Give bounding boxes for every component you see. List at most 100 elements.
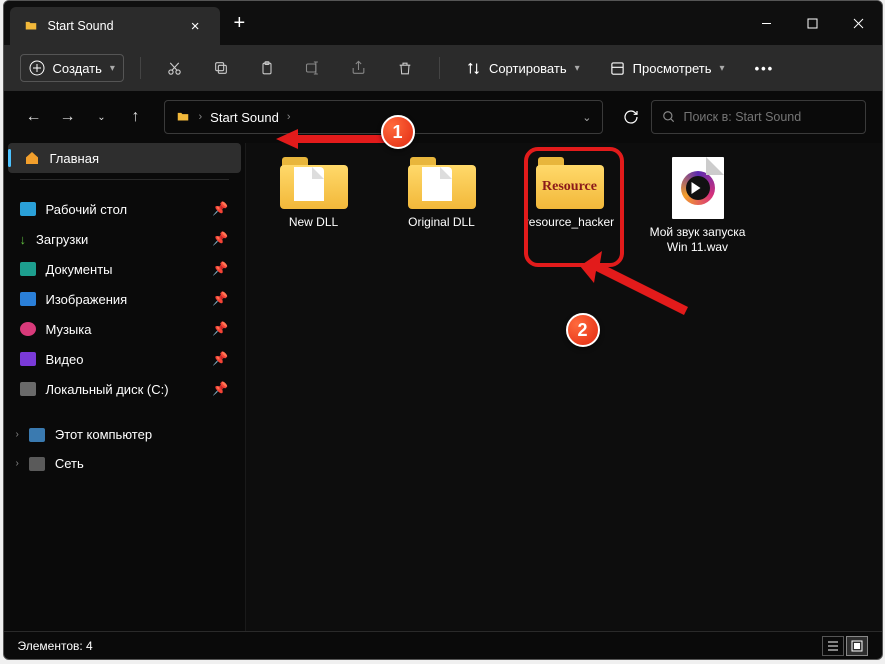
sidebar-label: Главная bbox=[50, 151, 99, 166]
sidebar-item-desktop[interactable]: Рабочий стол📌 bbox=[4, 194, 245, 224]
close-button[interactable] bbox=[836, 7, 882, 39]
file-item-wav[interactable]: Мой звук запуска Win 11.wav bbox=[638, 153, 758, 255]
icons-view-button[interactable] bbox=[846, 636, 868, 656]
chevron-down-icon: ▾ bbox=[110, 63, 115, 74]
sidebar-item-videos[interactable]: Видео 📌 bbox=[4, 344, 245, 374]
pin-icon: 📌 bbox=[212, 231, 228, 247]
separator bbox=[439, 57, 440, 79]
create-button[interactable]: Создать ▾ bbox=[20, 54, 124, 82]
explorer-window: Start Sound × + Создать ▾ Сортировать ▾ bbox=[3, 0, 883, 660]
sidebar-label: Документы bbox=[46, 262, 113, 277]
create-label: Создать bbox=[53, 61, 102, 76]
refresh-button[interactable] bbox=[617, 109, 645, 125]
chevron-down-icon[interactable]: ⌄ bbox=[582, 111, 591, 124]
sidebar-label: Локальный диск (C:) bbox=[46, 382, 169, 397]
view-label: Просмотреть bbox=[633, 61, 712, 76]
maximize-button[interactable] bbox=[790, 7, 836, 39]
tab-start-sound[interactable]: Start Sound × bbox=[10, 7, 220, 45]
videos-icon bbox=[20, 352, 36, 366]
downloads-icon: ↓ bbox=[20, 232, 27, 247]
view-button[interactable]: Просмотреть ▾ bbox=[600, 56, 735, 81]
recent-button[interactable]: ⌄ bbox=[88, 103, 116, 131]
home-icon bbox=[24, 150, 40, 166]
file-label: Original DLL bbox=[408, 215, 475, 230]
address-bar[interactable]: › Start Sound › ⌄ bbox=[164, 100, 603, 134]
music-icon bbox=[20, 322, 36, 336]
sort-button[interactable]: Сортировать ▾ bbox=[456, 56, 590, 81]
pin-icon: 📌 bbox=[212, 381, 228, 397]
up-button[interactable]: ↑ bbox=[122, 103, 150, 131]
sidebar: Главная Рабочий стол📌 ↓Загрузки📌 Докумен… bbox=[4, 143, 245, 631]
file-label: resource_hacker bbox=[525, 215, 614, 230]
network-icon bbox=[29, 457, 45, 471]
pictures-icon bbox=[20, 292, 36, 306]
documents-icon bbox=[20, 262, 36, 276]
sort-label: Сортировать bbox=[489, 61, 567, 76]
file-label: New DLL bbox=[289, 215, 338, 230]
file-label: Мой звук запуска Win 11.wav bbox=[644, 225, 752, 255]
sidebar-item-network[interactable]: › Сеть bbox=[4, 449, 245, 478]
toolbar: Создать ▾ Сортировать ▾ Просмотреть ▾ ••… bbox=[4, 45, 882, 91]
annotation-badge-2: 2 bbox=[566, 313, 600, 347]
copy-button[interactable] bbox=[203, 52, 239, 84]
more-button[interactable]: ••• bbox=[745, 56, 785, 81]
window-controls bbox=[744, 7, 882, 39]
status-count: 4 bbox=[86, 639, 93, 653]
search-box[interactable] bbox=[651, 100, 866, 134]
share-button[interactable] bbox=[341, 52, 377, 84]
back-button[interactable]: ← bbox=[20, 103, 48, 131]
file-item-resource-hacker[interactable]: Resource resource_hacker bbox=[510, 153, 630, 255]
status-count-label: Элементов: bbox=[18, 639, 83, 653]
sidebar-label: Этот компьютер bbox=[55, 427, 152, 442]
minimize-button[interactable] bbox=[744, 7, 790, 39]
sidebar-label: Видео bbox=[46, 352, 84, 367]
search-input[interactable] bbox=[684, 110, 855, 124]
folder-icon bbox=[175, 110, 191, 124]
file-item-new-dll[interactable]: New DLL bbox=[254, 153, 374, 255]
chevron-right-icon: › bbox=[287, 111, 291, 123]
pin-icon: 📌 bbox=[212, 291, 228, 307]
pin-icon: 📌 bbox=[212, 261, 228, 277]
file-item-original-dll[interactable]: Original DLL bbox=[382, 153, 502, 255]
sidebar-label: Рабочий стол bbox=[46, 202, 128, 217]
search-icon bbox=[662, 110, 676, 124]
folder-overlay-text: Resource bbox=[542, 179, 597, 195]
delete-button[interactable] bbox=[387, 52, 423, 84]
sidebar-label: Загрузки bbox=[36, 232, 88, 247]
rename-button[interactable] bbox=[295, 52, 331, 84]
sidebar-item-thispc[interactable]: › Этот компьютер bbox=[4, 420, 245, 449]
sidebar-label: Музыка bbox=[46, 322, 92, 337]
status-bar: Элементов: 4 bbox=[4, 631, 882, 659]
new-tab-button[interactable]: + bbox=[220, 6, 260, 41]
sidebar-item-downloads[interactable]: ↓ Загрузки 📌 bbox=[4, 224, 245, 254]
chevron-right-icon: › bbox=[199, 111, 203, 123]
sidebar-item-documents[interactable]: Документы 📌 bbox=[4, 254, 245, 284]
separator bbox=[20, 179, 229, 180]
drive-icon bbox=[20, 382, 36, 396]
sidebar-label: Сеть bbox=[55, 456, 84, 471]
view-toggles bbox=[822, 636, 868, 656]
sidebar-item-music[interactable]: Музыка📌 bbox=[4, 314, 245, 344]
pc-icon bbox=[29, 428, 45, 442]
breadcrumb-item[interactable]: Start Sound bbox=[210, 110, 279, 125]
tab-close-button[interactable]: × bbox=[185, 16, 206, 37]
paste-button[interactable] bbox=[249, 52, 285, 84]
chevron-down-icon: ▾ bbox=[575, 63, 580, 74]
address-row: ← → ⌄ ↑ › Start Sound › ⌄ bbox=[4, 91, 882, 143]
details-view-button[interactable] bbox=[822, 636, 844, 656]
sidebar-item-home[interactable]: Главная bbox=[8, 143, 241, 173]
content-area[interactable]: New DLL Original DLL Resource resource_h… bbox=[245, 143, 882, 631]
chevron-right-icon: › bbox=[16, 429, 19, 440]
pin-icon: 📌 bbox=[212, 351, 228, 367]
sort-icon bbox=[466, 61, 481, 76]
tab-title: Start Sound bbox=[48, 19, 175, 33]
sidebar-item-pictures[interactable]: Изображения📌 bbox=[4, 284, 245, 314]
folder-icon: Resource bbox=[536, 157, 604, 209]
forward-button[interactable]: → bbox=[54, 103, 82, 131]
folder-icon bbox=[408, 157, 476, 209]
chevron-right-icon: › bbox=[16, 458, 19, 469]
wav-file-icon bbox=[672, 157, 724, 219]
separator bbox=[140, 57, 141, 79]
sidebar-item-localdisk[interactable]: Локальный диск (C:) 📌 bbox=[4, 374, 245, 404]
cut-button[interactable] bbox=[157, 52, 193, 84]
